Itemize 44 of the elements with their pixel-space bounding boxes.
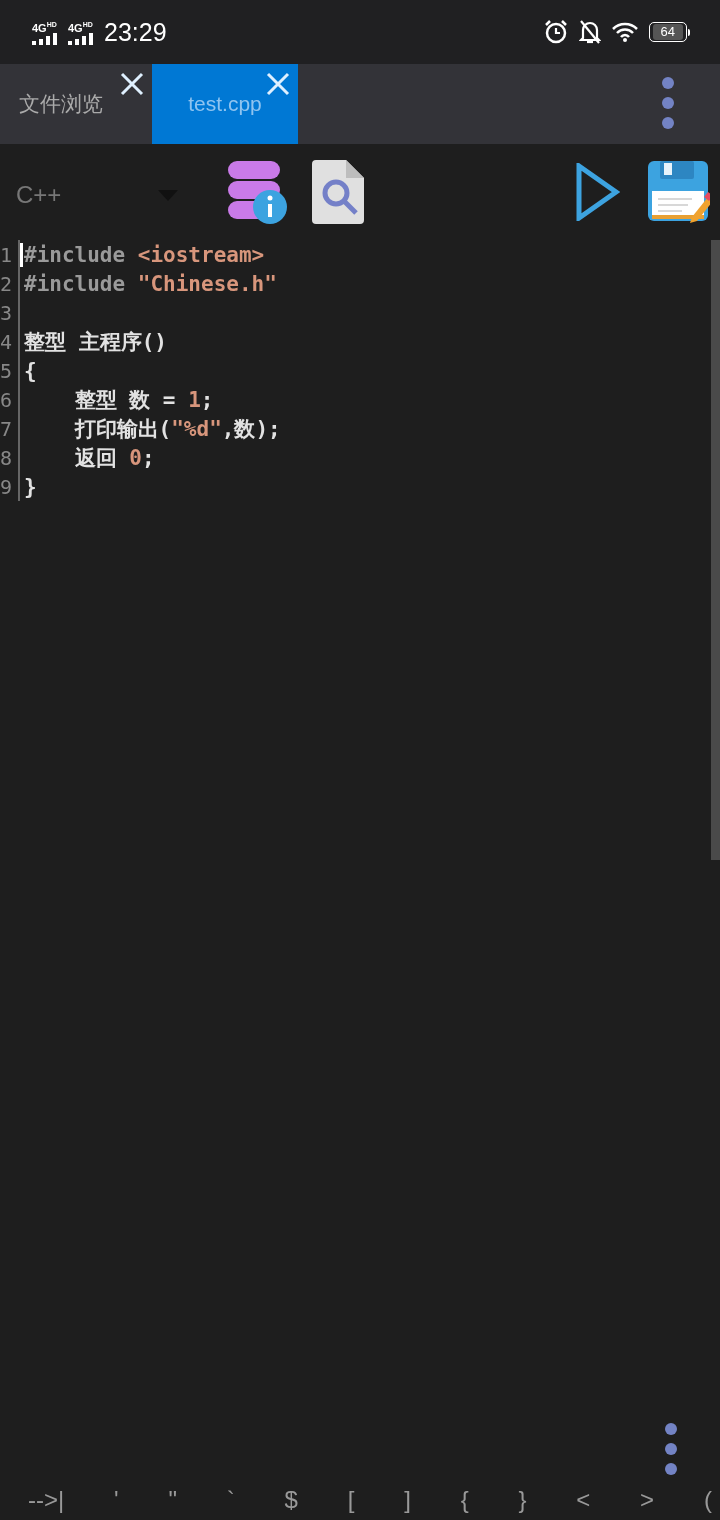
symbol-key[interactable]: { xyxy=(456,1486,473,1514)
language-dropdown[interactable]: C++ xyxy=(16,175,196,209)
code-line: 返回 0; xyxy=(73,444,155,472)
database-info-icon[interactable] xyxy=(226,159,290,225)
more-menu-icon[interactable] xyxy=(661,76,675,130)
symbol-key[interactable]: $ xyxy=(280,1486,302,1514)
bell-muted-icon xyxy=(578,19,601,45)
code-line: #include "Chinese.h" xyxy=(24,271,277,296)
symbol-key[interactable]: ] xyxy=(400,1486,415,1514)
battery-indicator: 64 xyxy=(648,22,690,42)
wifi-icon xyxy=(610,21,639,43)
symbol-key[interactable]: " xyxy=(164,1486,181,1514)
symbol-key[interactable]: -->| xyxy=(24,1486,69,1514)
more-keys-icon[interactable] xyxy=(664,1422,678,1476)
code-line: #include <iostream> xyxy=(24,242,265,267)
file-search-icon[interactable] xyxy=(312,160,364,224)
line-number: 3 xyxy=(0,300,14,325)
symbol-key[interactable]: ' xyxy=(110,1486,123,1514)
code-line: 整型 主程序() xyxy=(24,328,167,356)
symbol-key[interactable]: } xyxy=(514,1486,531,1514)
text-cursor xyxy=(20,243,23,267)
line-number: 8 xyxy=(0,445,14,470)
line-number: 2 xyxy=(0,271,14,296)
line-number: 5 xyxy=(0,358,14,383)
symbol-key[interactable]: ` xyxy=(222,1486,239,1514)
code-line: { xyxy=(24,358,37,383)
file-tab[interactable]: 文件浏览 xyxy=(0,64,152,144)
clock-time: 23:29 xyxy=(104,17,167,47)
line-number: 9 xyxy=(0,474,14,499)
scrollbar[interactable] xyxy=(711,240,720,860)
line-number: 1 xyxy=(0,242,14,267)
line-number: 6 xyxy=(0,387,14,412)
line-number: 4 xyxy=(0,329,14,354)
code-line: 打印输出("%d",数); xyxy=(73,415,281,443)
save-icon[interactable] xyxy=(648,161,710,223)
symbol-key[interactable]: > xyxy=(636,1486,659,1514)
line-number: 7 xyxy=(0,416,14,441)
symbol-key[interactable]: [ xyxy=(343,1486,359,1514)
symbol-key[interactable]: < xyxy=(572,1486,595,1514)
symbol-key[interactable]: ( xyxy=(699,1486,716,1514)
run-icon[interactable] xyxy=(576,163,620,221)
code-line: } xyxy=(24,474,37,499)
code-line: 整型 数 = 1; xyxy=(73,386,214,414)
close-icon[interactable] xyxy=(120,72,144,96)
